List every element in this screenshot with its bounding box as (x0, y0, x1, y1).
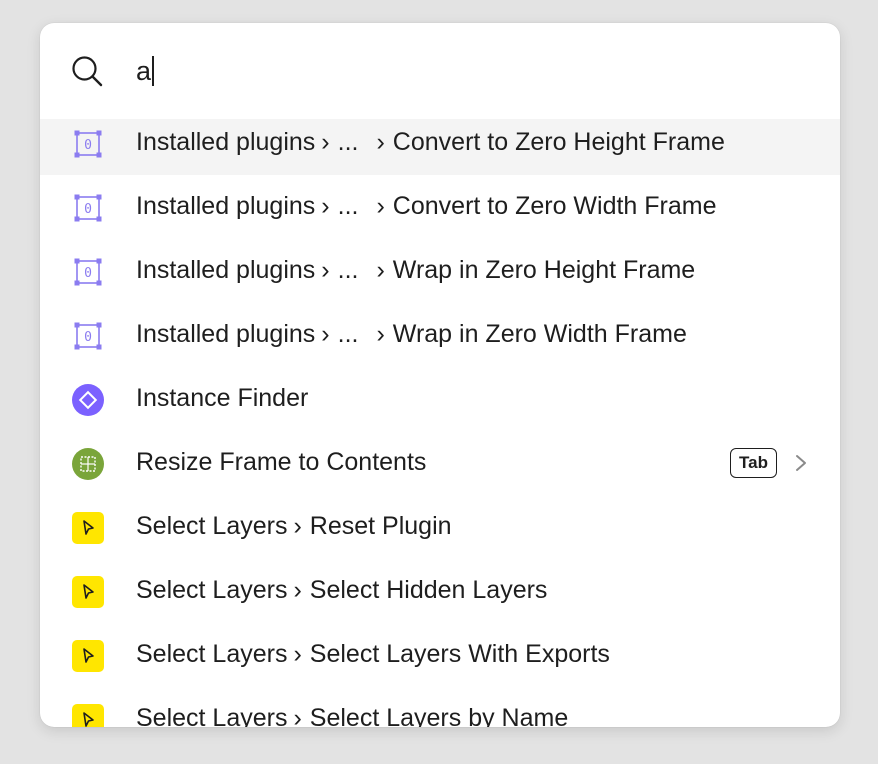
instance-finder-icon (72, 384, 104, 416)
path-ellipsis: ... (337, 192, 359, 220)
chevron-right-icon: › (321, 128, 330, 156)
result-label: Installed plugins ›... › Wrap in Zero Heigh… (136, 253, 695, 287)
result-path: Installed plugins (136, 256, 316, 284)
svg-text:0: 0 (84, 266, 92, 281)
result-command: Select Hidden Layers (309, 576, 548, 604)
zero-frame-icon: 0 (74, 130, 102, 158)
result-row[interactable]: Select Layers › Select Layers With Exports (40, 623, 840, 687)
search-query: a (136, 56, 152, 86)
chevron-right-icon: › (321, 320, 330, 348)
result-command: Convert to Zero Width Frame (392, 192, 717, 220)
select-layers-icon (72, 576, 104, 608)
svg-text:0: 0 (84, 330, 92, 345)
svg-text:0: 0 (84, 202, 92, 217)
result-label: Select Layers › Reset Plugin (136, 509, 452, 543)
search-icon (72, 56, 103, 87)
result-row[interactable]: Instance Finder (40, 367, 840, 431)
result-label: Resize Frame to Contents (136, 445, 426, 479)
result-label: Installed plugins ›... › Wrap in Zero Width… (136, 317, 687, 351)
result-path: Select Layers (136, 704, 288, 727)
chevron-right-icon: › (376, 256, 385, 284)
chevron-right-icon: › (293, 576, 302, 604)
chevron-right-icon: › (293, 512, 302, 540)
result-row[interactable]: 0 Installed plugins ›... › Convert to Zero … (40, 175, 840, 239)
result-row[interactable]: 0 Installed plugins ›... › Convert to Zero … (40, 119, 840, 175)
result-command: Instance Finder (136, 384, 309, 412)
result-command: Convert to Zero Height Frame (392, 128, 725, 156)
result-path: Installed plugins (136, 192, 316, 220)
zero-frame-icon: 0 (74, 194, 102, 222)
chevron-right-icon: › (293, 640, 302, 668)
result-command: Reset Plugin (309, 512, 452, 540)
result-label: Select Layers › Select Hidden Layers (136, 573, 547, 607)
result-label: Installed plugins ›... › Convert to Zero Wi… (136, 189, 717, 223)
path-ellipsis: ... (337, 128, 359, 156)
result-path: Installed plugins (136, 320, 316, 348)
result-row[interactable]: 0 Installed plugins ›... › Wrap in Zero Wid… (40, 303, 840, 367)
result-path: Select Layers (136, 576, 288, 604)
search-input[interactable]: a (136, 53, 155, 89)
select-layers-icon (72, 640, 104, 672)
result-row[interactable]: Select Layers › Select Layers by Name (40, 687, 840, 727)
path-ellipsis: ... (337, 320, 359, 348)
result-path: Select Layers (136, 640, 288, 668)
result-path: Installed plugins (136, 128, 316, 156)
result-row[interactable]: Resize Frame to Contents Tab (40, 431, 840, 495)
result-command: Resize Frame to Contents (136, 448, 427, 476)
zero-frame-icon: 0 (74, 258, 102, 286)
result-command: Select Layers by Name (309, 704, 569, 727)
result-path: Select Layers (136, 512, 288, 540)
search-bar[interactable]: a (40, 23, 840, 119)
chevron-right-icon: › (321, 256, 330, 284)
chevron-right-icon: › (376, 320, 385, 348)
select-layers-icon (72, 512, 104, 544)
result-row[interactable]: 0 Installed plugins ›... › Wrap in Zero Hei… (40, 239, 840, 303)
resize-frame-icon (72, 448, 104, 480)
result-label: Instance Finder (136, 381, 308, 415)
quick-actions-panel: a 0 Installed plugins ›... › Convert to Zer… (40, 23, 840, 727)
result-command: Select Layers With Exports (309, 640, 610, 668)
result-row[interactable]: Select Layers › Select Hidden Layers (40, 559, 840, 623)
chevron-right-icon[interactable] (792, 451, 810, 475)
results-list: 0 Installed plugins ›... › Convert to Zero … (40, 119, 840, 727)
chevron-right-icon: › (321, 192, 330, 220)
select-layers-icon (72, 704, 104, 727)
chevron-right-icon: › (293, 704, 302, 727)
svg-text:0: 0 (84, 138, 92, 153)
path-ellipsis: ... (337, 256, 359, 284)
result-label: Select Layers › Select Layers by Name (136, 701, 568, 727)
tab-shortcut-badge: Tab (730, 448, 777, 478)
result-label: Installed plugins ›... › Convert to Zero He… (136, 125, 725, 159)
result-command: Wrap in Zero Width Frame (392, 320, 687, 348)
result-row[interactable]: Select Layers › Reset Plugin (40, 495, 840, 559)
text-caret (152, 56, 155, 86)
chevron-right-icon: › (376, 192, 385, 220)
result-command: Wrap in Zero Height Frame (392, 256, 696, 284)
result-label: Select Layers › Select Layers With Exports (136, 637, 610, 671)
chevron-right-icon: › (376, 128, 385, 156)
zero-frame-icon: 0 (74, 322, 102, 350)
